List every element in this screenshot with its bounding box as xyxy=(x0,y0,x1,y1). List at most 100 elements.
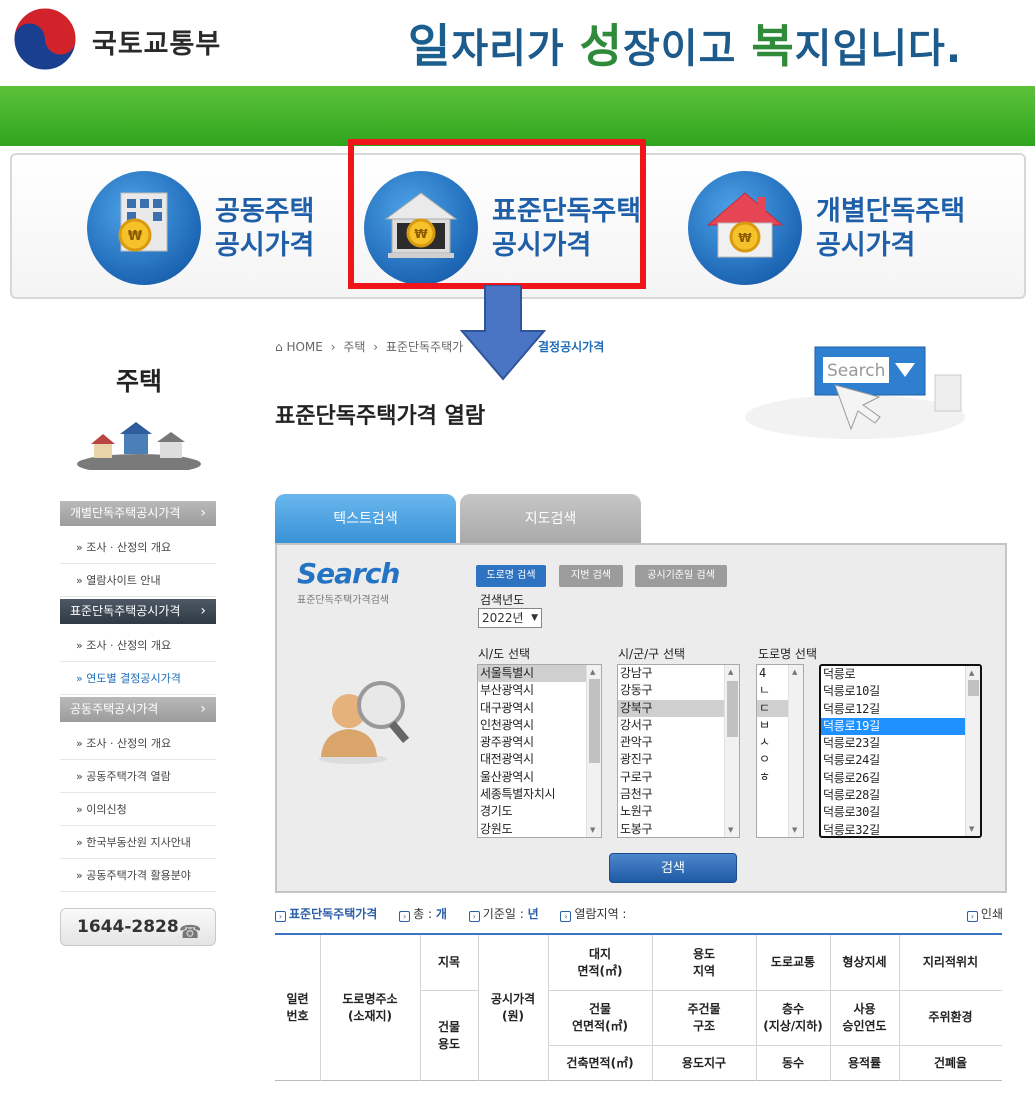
th-land-area: 대지 면적(㎡) xyxy=(577,946,623,978)
info-section: 표준단독주택가격 xyxy=(289,907,378,921)
list-item[interactable]: 덕릉로28길 xyxy=(821,787,980,804)
sido-listbox[interactable]: 서울특별시 부산광역시 대구광역시 인천광역시 광주광역시 대전광역시 울산광역… xyxy=(477,664,602,838)
scrollbar[interactable]: ▲ ▼ xyxy=(788,665,803,837)
list-item[interactable]: 강동구 xyxy=(618,682,739,699)
list-item[interactable]: 대구광역시 xyxy=(478,700,601,717)
scroll-up-icon[interactable]: ▲ xyxy=(969,669,974,677)
list-item[interactable]: 강남구 xyxy=(618,665,739,682)
breadcrumb-home[interactable]: HOME xyxy=(286,340,322,354)
list-item[interactable]: 인천광역시 xyxy=(478,717,601,734)
submenu-item[interactable]: » 조사 · 산정의 개요 xyxy=(60,531,216,564)
scrollbar[interactable]: ▲ ▼ xyxy=(965,666,980,836)
breadcrumb-item[interactable]: 주택 xyxy=(343,340,365,354)
initial-listbox[interactable]: 4 ㄴ ㄷ ㅂ ㅅ ㅇ ㅎ ▲ ▼ xyxy=(756,664,804,838)
list-item[interactable]: 강서구 xyxy=(618,717,739,734)
list-item[interactable]: 강원도 xyxy=(478,821,601,837)
th-building-area: 건물 연면적(㎡) xyxy=(571,1001,629,1033)
date-search-button[interactable]: 공시기준일 검색 xyxy=(635,565,727,587)
list-item[interactable]: 광주광역시 xyxy=(478,734,601,751)
submenu-item[interactable]: » 열람사이트 안내 xyxy=(60,564,216,597)
list-item[interactable]: 대전광역시 xyxy=(478,751,601,768)
submenu-item[interactable]: » 조사 · 산정의 개요 xyxy=(60,629,216,662)
scrollbar[interactable]: ▲ ▼ xyxy=(586,665,601,837)
th-use-zone: 용도 지역 xyxy=(692,946,716,978)
sigungu-listbox[interactable]: 강남구 강동구 강북구 강서구 관악구 광진구 구로구 금천구 노원구 도봉구 … xyxy=(617,664,740,838)
list-item[interactable]: 광진구 xyxy=(618,751,739,768)
scroll-down-icon[interactable]: ▼ xyxy=(969,825,974,833)
submenu-item[interactable]: » 공동주택가격 열람 xyxy=(60,760,216,793)
menu-individual-detached[interactable]: 개별단독주택공시가격 › xyxy=(60,501,216,526)
list-item[interactable]: 덕릉로32길 xyxy=(821,822,980,836)
list-item[interactable]: 금천구 xyxy=(618,786,739,803)
info-base-unit: 년 xyxy=(527,907,539,921)
menu-apartment[interactable]: 공동주택공시가격 › xyxy=(60,697,216,722)
road-listbox[interactable]: 덕릉로 덕릉로10길 덕릉로12길 덕릉로19길 덕릉로23길 덕릉로24길 덕… xyxy=(819,664,982,838)
menu-standard-detached[interactable]: 표준단독주택공시가격 › xyxy=(60,599,216,624)
tab-text-search[interactable]: 텍스트검색 xyxy=(275,494,456,544)
sidebar-title: 주택 xyxy=(115,367,162,396)
card-title-line: 개별단독주택 xyxy=(816,196,966,227)
lot-search-button[interactable]: 지번 검색 xyxy=(559,565,623,587)
th-building-use: 건물 용도 xyxy=(437,1019,461,1051)
search-logo: Search xyxy=(297,557,400,590)
th-floors: 층수 (지상/지하) xyxy=(763,1001,823,1033)
slogan-part: 장이고 xyxy=(622,26,752,72)
scroll-down-icon[interactable]: ▼ xyxy=(590,826,595,834)
list-item[interactable]: 관악구 xyxy=(618,734,739,751)
scroll-thumb[interactable] xyxy=(589,679,600,763)
list-item[interactable]: 덕릉로30길 xyxy=(821,804,980,821)
list-item[interactable]: 서울특별시 xyxy=(478,665,601,683)
submenu-item-active[interactable]: » 연도별 결정공시가격 xyxy=(60,662,216,695)
year-select[interactable]: 2022년 ▼ xyxy=(478,608,542,628)
search-button[interactable]: 검색 xyxy=(609,853,737,883)
list-item[interactable]: 덕릉로12길 xyxy=(821,701,980,718)
list-item[interactable]: 덕릉로 xyxy=(821,666,980,683)
year-label: 검색년도 xyxy=(480,593,525,607)
list-item[interactable]: 경기도 xyxy=(478,803,601,820)
list-item[interactable]: 덕릉로23길 xyxy=(821,735,980,752)
scroll-up-icon[interactable]: ▲ xyxy=(792,668,797,676)
card-apartment[interactable]: ₩ 공동주택 공시가격 xyxy=(87,167,347,287)
list-item[interactable]: 울산광역시 xyxy=(478,769,601,786)
road-search-button[interactable]: 도로명 검색 xyxy=(476,565,546,587)
svg-text:₩: ₩ xyxy=(128,229,143,244)
slogan-part: 성 xyxy=(579,19,623,73)
house-icon: ₩ xyxy=(688,171,802,285)
list-item[interactable]: 덕릉로10길 xyxy=(821,683,980,700)
menu-label: 개별단독주택공시가격 xyxy=(70,506,181,520)
breadcrumb-item[interactable]: 표준단독주택가 xyxy=(386,340,463,354)
print-button[interactable]: › 인쇄 xyxy=(966,905,1003,922)
list-item[interactable]: 부산광역시 xyxy=(478,682,601,699)
submenu-item[interactable]: » 조사 · 산정의 개요 xyxy=(60,727,216,760)
list-item[interactable]: 강북구 xyxy=(618,699,739,717)
scroll-thumb[interactable] xyxy=(968,680,979,696)
submenu-item[interactable]: » 한국부동산원 지사안내 xyxy=(60,826,216,859)
list-item[interactable]: 세종특별자치시 xyxy=(478,786,601,803)
green-banner xyxy=(0,86,1035,146)
tab-map-search[interactable]: 지도검색 xyxy=(460,494,641,544)
apartment-icon: ₩ xyxy=(87,171,201,285)
home-icon[interactable]: ⌂ xyxy=(275,340,283,354)
list-item[interactable]: 덕릉로24길 xyxy=(821,752,980,769)
phone-number: 1644-2828 xyxy=(77,917,179,937)
list-item[interactable]: 노원구 xyxy=(618,803,739,820)
arrow-right-icon: › xyxy=(560,911,572,922)
card-individual-detached[interactable]: ₩ 개별단독주택 공시가격 xyxy=(688,167,968,287)
th-shape: 형상지세 xyxy=(842,955,887,969)
scrollbar[interactable]: ▲ ▼ xyxy=(724,665,739,837)
list-item-selected[interactable]: 덕릉로19길 xyxy=(821,717,980,736)
chevron-right-icon: › xyxy=(200,701,206,717)
list-item[interactable]: 도봉구 xyxy=(618,821,739,837)
scroll-up-icon[interactable]: ▲ xyxy=(728,668,733,676)
list-item[interactable]: 구로구 xyxy=(618,769,739,786)
scroll-thumb[interactable] xyxy=(727,681,738,737)
svg-text:₩: ₩ xyxy=(738,231,752,245)
scroll-up-icon[interactable]: ▲ xyxy=(590,668,595,676)
scroll-down-icon[interactable]: ▼ xyxy=(792,826,797,834)
submenu-item[interactable]: » 공동주택가격 활용분야 xyxy=(60,859,216,892)
scroll-down-icon[interactable]: ▼ xyxy=(728,826,733,834)
info-base-label: 기준일 : xyxy=(482,907,524,921)
list-item[interactable]: 덕릉로26길 xyxy=(821,770,980,787)
submenu-item[interactable]: » 이의신청 xyxy=(60,793,216,826)
highlight-box xyxy=(348,139,646,289)
